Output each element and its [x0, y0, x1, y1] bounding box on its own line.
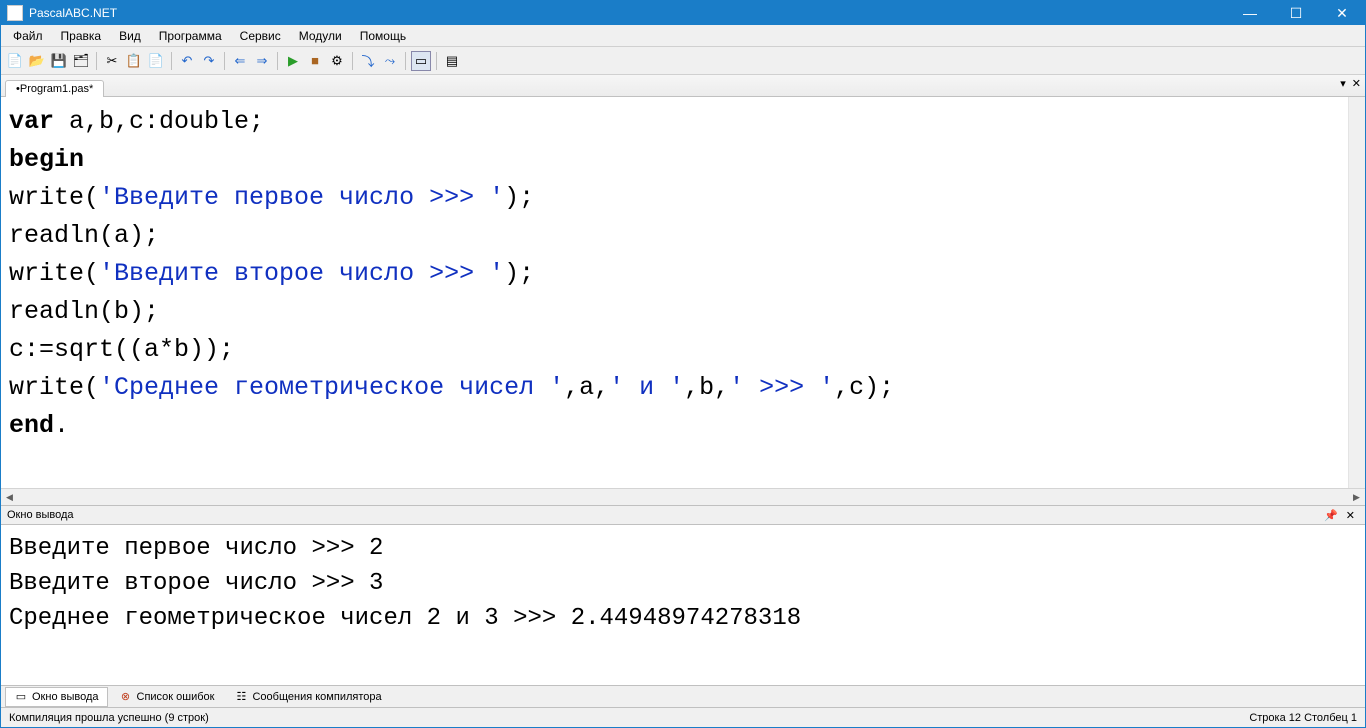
scroll-track[interactable] — [18, 489, 1348, 505]
scroll-right-icon[interactable]: ▶ — [1348, 489, 1365, 505]
stop-icon[interactable]: ■ — [305, 51, 325, 71]
toolbar-separator — [96, 52, 97, 70]
horizontal-scrollbar[interactable]: ◀ ▶ — [1, 488, 1365, 505]
step-into-icon[interactable]: ⤵ — [358, 51, 378, 71]
compiler-tab-icon: ☷ — [234, 690, 248, 704]
scroll-left-icon[interactable]: ◀ — [1, 489, 18, 505]
close-button[interactable]: ✕ — [1319, 1, 1365, 25]
menu-service[interactable]: Сервис — [232, 27, 289, 45]
menu-modules[interactable]: Модули — [291, 27, 350, 45]
code-text: ); — [504, 183, 534, 212]
toolbar-separator — [436, 52, 437, 70]
window-controls: — ☐ ✕ — [1227, 1, 1365, 25]
toggle-output-icon[interactable]: ▭ — [411, 51, 431, 71]
app-window: PascalABC.NET — ☐ ✕ Файл Правка Вид Прог… — [0, 0, 1366, 728]
menu-edit[interactable]: Правка — [53, 27, 110, 45]
code-string: 'Среднее геометрическое чисел ' — [99, 373, 564, 402]
toolbar-separator — [224, 52, 225, 70]
code-string: 'Введите второе число >>> ' — [99, 259, 504, 288]
nav-fwd-icon[interactable]: ⇒ — [252, 51, 272, 71]
code-text: write( — [9, 259, 99, 288]
cut-icon[interactable]: ✂ — [102, 51, 122, 71]
nav-back-icon[interactable]: ⇐ — [230, 51, 250, 71]
project-explorer-icon[interactable]: ▤ — [442, 51, 462, 71]
menu-program[interactable]: Программа — [151, 27, 230, 45]
code-string: ' >>> ' — [729, 373, 834, 402]
toolbar-separator — [277, 52, 278, 70]
code-text: readln(a); — [9, 221, 159, 250]
menubar: Файл Правка Вид Программа Сервис Модули … — [1, 25, 1365, 47]
bottom-tab-errors[interactable]: ⊗ Список ошибок — [110, 687, 224, 707]
code-text: c:=sqrt((a*b)); — [9, 335, 234, 364]
bottom-tab-label: Окно вывода — [32, 691, 99, 703]
maximize-button[interactable]: ☐ — [1273, 1, 1319, 25]
open-file-icon[interactable]: 📂 — [27, 51, 47, 71]
panel-close-icon[interactable]: ✕ — [1342, 509, 1359, 522]
bottom-tab-label: Список ошибок — [137, 691, 215, 703]
output-line: Введите второе число >>> 3 — [9, 570, 383, 597]
output-line: Введите первое число >>> 2 — [9, 535, 383, 562]
titlebar[interactable]: PascalABC.NET — ☐ ✕ — [1, 1, 1365, 25]
pin-icon[interactable]: 📌 — [1320, 509, 1342, 522]
save-all-icon[interactable]: 🗂 — [71, 51, 91, 71]
toolbar-separator — [171, 52, 172, 70]
code-text: write( — [9, 183, 99, 212]
tab-close-icon[interactable]: ✕ — [1352, 77, 1361, 90]
code-text: write( — [9, 373, 99, 402]
code-keyword: var — [9, 107, 54, 136]
toolbar: 📄 📂 💾 🗂 ✂ 📋 📄 ↶ ↷ ⇐ ⇒ ▶ ■ ⚙ ⤵ ⤳ ▭ ▤ — [1, 47, 1365, 75]
menu-help[interactable]: Помощь — [352, 27, 414, 45]
code-text: ); — [504, 259, 534, 288]
app-title: PascalABC.NET — [29, 6, 1227, 20]
bottom-tab-output[interactable]: ▭ Окно вывода — [5, 687, 108, 707]
status-right: Строка 12 Столбец 1 — [1249, 712, 1357, 724]
menu-view[interactable]: Вид — [111, 27, 149, 45]
code-text: ,b, — [684, 373, 729, 402]
status-left: Компиляция прошла успешно (9 строк) — [9, 712, 209, 724]
bottom-tab-label: Сообщения компилятора — [252, 691, 381, 703]
redo-icon[interactable]: ↷ — [199, 51, 219, 71]
editor-area: var a,b,c:double; begin write('Введите п… — [1, 97, 1365, 505]
copy-icon[interactable]: 📋 — [124, 51, 144, 71]
bottom-tabbar: ▭ Окно вывода ⊗ Список ошибок ☷ Сообщени… — [1, 685, 1365, 707]
code-keyword: begin — [9, 145, 84, 174]
code-editor[interactable]: var a,b,c:double; begin write('Введите п… — [1, 97, 1365, 488]
editor-tabbar: •Program1.pas* ▾ ✕ — [1, 75, 1365, 97]
output-line: Среднее геометрическое чисел 2 и 3 >>> 2… — [9, 605, 801, 632]
output-tab-icon: ▭ — [14, 690, 28, 704]
code-string: 'Введите первое число >>> ' — [99, 183, 504, 212]
bottom-tab-compiler[interactable]: ☷ Сообщения компилятора — [225, 687, 390, 707]
toolbar-separator — [405, 52, 406, 70]
code-keyword: end — [9, 411, 54, 440]
errors-tab-icon: ⊗ — [119, 690, 133, 704]
tab-dropdown-icon[interactable]: ▾ — [1340, 77, 1346, 90]
paste-icon[interactable]: 📄 — [146, 51, 166, 71]
new-file-icon[interactable]: 📄 — [5, 51, 25, 71]
output-panel-title: Окно вывода — [7, 509, 74, 521]
toolbar-separator — [352, 52, 353, 70]
app-icon — [7, 5, 23, 21]
menu-file[interactable]: Файл — [5, 27, 51, 45]
compile-icon[interactable]: ⚙ — [327, 51, 347, 71]
step-over-icon[interactable]: ⤳ — [380, 51, 400, 71]
output-panel[interactable]: Введите первое число >>> 2 Введите второ… — [1, 525, 1365, 685]
code-text: ,a, — [564, 373, 609, 402]
code-text: a,b,c:double; — [54, 107, 264, 136]
output-panel-header[interactable]: Окно вывода 📌 ✕ — [1, 505, 1365, 525]
code-text: ,c); — [834, 373, 894, 402]
undo-icon[interactable]: ↶ — [177, 51, 197, 71]
code-string: ' и ' — [609, 373, 684, 402]
minimize-button[interactable]: — — [1227, 1, 1273, 25]
code-text: . — [54, 411, 69, 440]
run-icon[interactable]: ▶ — [283, 51, 303, 71]
statusbar: Компиляция прошла успешно (9 строк) Стро… — [1, 707, 1365, 727]
tab-program1[interactable]: •Program1.pas* — [5, 80, 104, 97]
save-icon[interactable]: 💾 — [49, 51, 69, 71]
code-text: readln(b); — [9, 297, 159, 326]
vertical-scrollbar[interactable] — [1348, 97, 1365, 488]
